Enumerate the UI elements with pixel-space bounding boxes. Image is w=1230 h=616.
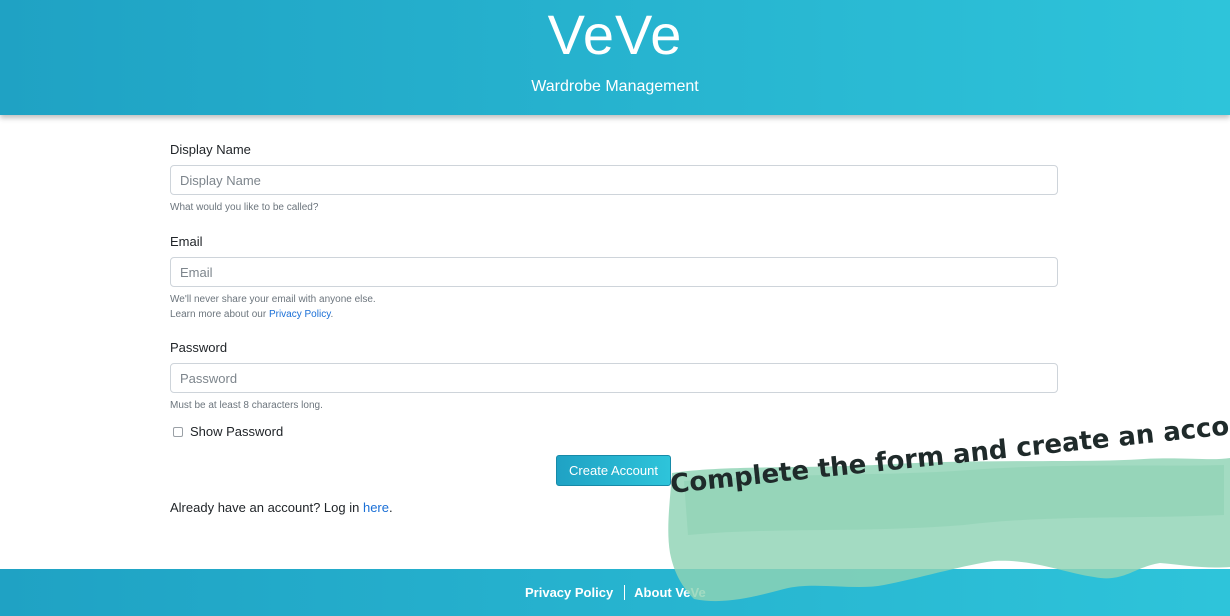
email-help-line2: Learn more about our Privacy Policy. xyxy=(170,307,1058,322)
email-help-line1: We'll never share your email with anyone… xyxy=(170,294,376,305)
login-prompt-suffix: . xyxy=(389,500,393,515)
password-help: Must be at least 8 characters long. xyxy=(170,400,323,411)
email-group: Email We'll never share your email with … xyxy=(170,234,1058,322)
brand-title: VeVe xyxy=(547,3,683,66)
email-label: Email xyxy=(170,234,203,249)
display-name-label: Display Name xyxy=(170,142,251,157)
show-password-row[interactable]: Show Password xyxy=(173,424,283,439)
footer-privacy-link[interactable]: Privacy Policy xyxy=(525,585,613,600)
password-input[interactable] xyxy=(170,363,1058,393)
privacy-policy-link[interactable]: Privacy Policy xyxy=(269,309,331,320)
footer-divider xyxy=(624,585,626,600)
header-banner: VeVe Wardrobe Management xyxy=(0,0,1230,115)
display-name-group: Display Name What would you like to be c… xyxy=(170,142,1058,215)
email-help-prefix: Learn more about our xyxy=(170,309,269,320)
email-help-suffix: . xyxy=(330,309,334,320)
login-here-link[interactable]: here xyxy=(363,500,389,515)
show-password-checkbox[interactable] xyxy=(173,426,183,437)
show-password-label[interactable]: Show Password xyxy=(190,424,283,439)
display-name-input[interactable] xyxy=(170,165,1058,195)
password-group: Password Must be at least 8 characters l… xyxy=(170,340,1058,413)
password-label: Password xyxy=(170,340,228,355)
create-account-button[interactable]: Create Account xyxy=(556,455,671,486)
login-prompt-text: Already have an account? Log in xyxy=(170,500,363,515)
brand-tagline: Wardrobe Management xyxy=(531,78,699,95)
email-input[interactable] xyxy=(170,257,1058,287)
email-help: We'll never share your email with anyone… xyxy=(170,292,1058,322)
login-prompt: Already have an account? Log in here. xyxy=(170,500,393,515)
display-name-help: What would you like to be called? xyxy=(170,202,319,213)
